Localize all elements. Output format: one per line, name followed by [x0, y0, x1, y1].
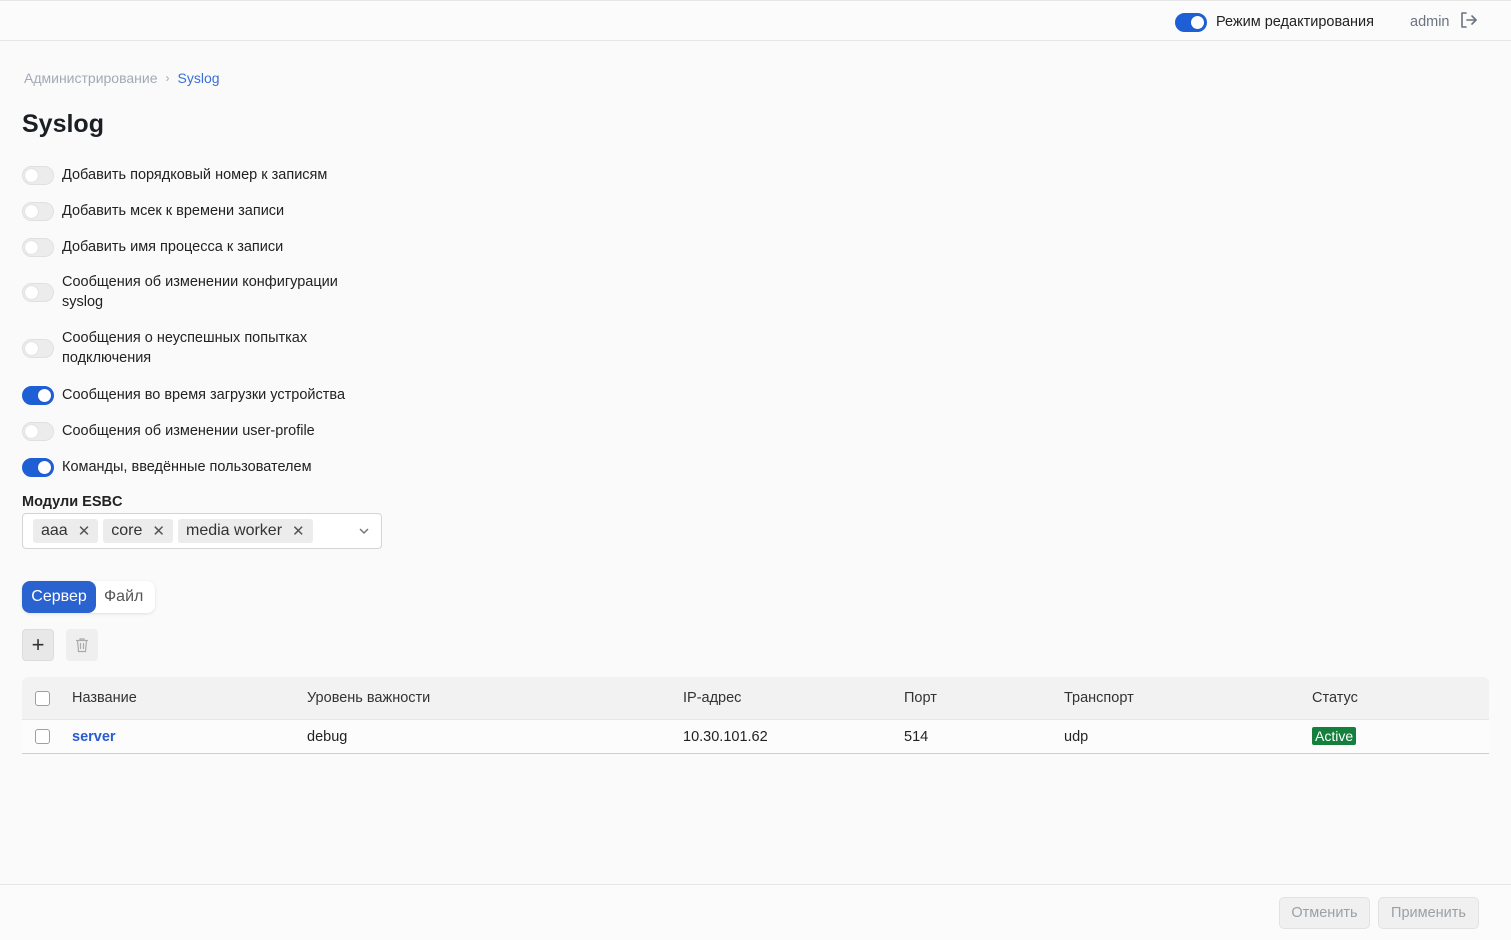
- logout-icon[interactable]: [1458, 10, 1478, 34]
- edit-mode-control[interactable]: Режим редактирования: [1175, 11, 1374, 33]
- cancel-button[interactable]: Отменить: [1279, 897, 1370, 929]
- option-toggle[interactable]: [22, 201, 54, 221]
- chevron-right-icon: ›: [165, 71, 170, 85]
- module-chip: core ✕: [103, 519, 173, 543]
- modules-label: Модули ESBC: [22, 494, 123, 510]
- breadcrumb-root[interactable]: Администрирование: [24, 70, 158, 86]
- table-header: Название Уровень важности IP-адрес Порт …: [22, 677, 1489, 720]
- option-toggle[interactable]: [22, 457, 54, 477]
- row-name-link[interactable]: server: [72, 729, 116, 745]
- option-toggle[interactable]: [22, 237, 54, 257]
- option-label: Команды, введённые пользователем: [62, 459, 312, 475]
- syslog-options: Добавить порядковый номер к записям Доба…: [22, 164, 382, 478]
- option-toggle[interactable]: [22, 165, 54, 185]
- row-ip: 10.30.101.62: [683, 728, 768, 745]
- option-label: Сообщения о неуспешных попытках подключе…: [62, 330, 308, 366]
- breadcrumb-current[interactable]: Syslog: [178, 70, 220, 86]
- option-toggle[interactable]: [22, 282, 54, 302]
- top-bar: Режим редактирования admin: [0, 0, 1511, 41]
- tab-bar: Сервер Файл: [22, 581, 155, 613]
- option-toggle[interactable]: [22, 421, 54, 441]
- module-chip: aaa ✕: [33, 519, 99, 543]
- column-header-name[interactable]: Название: [72, 690, 137, 706]
- column-header-ip[interactable]: IP-адрес: [683, 690, 741, 706]
- servers-table: Название Уровень важности IP-адрес Порт …: [22, 677, 1489, 754]
- option-row[interactable]: Сообщения во время загрузки устройства: [22, 384, 382, 406]
- row-status: Active: [1312, 727, 1357, 745]
- column-header-port[interactable]: Порт: [904, 690, 937, 706]
- option-toggle[interactable]: [22, 385, 54, 405]
- option-row[interactable]: Добавить мсек к времени записи: [22, 200, 382, 222]
- option-row[interactable]: Сообщения об изменении user-profile: [22, 420, 382, 442]
- user-menu[interactable]: admin: [1410, 11, 1478, 33]
- module-chip-label: aaa: [41, 522, 68, 539]
- tab-file[interactable]: Файл: [96, 581, 151, 613]
- option-label: Добавить имя процесса к записи: [62, 239, 284, 255]
- table-row[interactable]: server debug 10.30.101.62 514 udp Active: [22, 720, 1489, 754]
- option-label: Сообщения об изменении конфигурации sysl…: [62, 274, 338, 310]
- row-port: 514: [904, 728, 929, 745]
- column-header-transport[interactable]: Транспорт: [1064, 690, 1134, 706]
- module-chip-label: core: [111, 522, 143, 539]
- plus-icon: +: [31, 632, 45, 657]
- option-row[interactable]: Добавить имя процесса к записи: [22, 236, 382, 258]
- trash-icon: [76, 638, 88, 653]
- option-row[interactable]: Команды, введённые пользователем: [22, 456, 382, 478]
- option-label: Сообщения во время загрузки устройства: [62, 387, 346, 403]
- close-icon[interactable]: ✕: [292, 522, 305, 540]
- edit-mode-toggle[interactable]: [1175, 12, 1207, 32]
- modules-multiselect[interactable]: aaa ✕ core ✕ media worker ✕: [22, 513, 382, 549]
- close-icon[interactable]: ✕: [152, 522, 165, 540]
- username: admin: [1410, 14, 1450, 30]
- chevron-down-icon[interactable]: [357, 524, 371, 541]
- option-row[interactable]: Сообщения о неуспешных попытках подключе…: [22, 328, 382, 368]
- row-checkbox[interactable]: [35, 729, 50, 744]
- module-chip: media worker ✕: [177, 519, 313, 543]
- apply-button[interactable]: Применить: [1378, 897, 1479, 929]
- column-header-severity[interactable]: Уровень важности: [307, 690, 430, 706]
- option-label: Добавить мсек к времени записи: [62, 203, 285, 219]
- footer-bar: Отменить Применить: [0, 884, 1511, 940]
- page-title: Syslog: [22, 110, 104, 138]
- option-label: Добавить порядковый номер к записям: [62, 167, 328, 183]
- edit-mode-label: Режим редактирования: [1216, 14, 1375, 30]
- column-header-status[interactable]: Статус: [1312, 690, 1358, 706]
- row-transport: udp: [1064, 728, 1089, 745]
- status-badge: Active: [1312, 727, 1357, 745]
- module-chip-label: media worker: [185, 522, 283, 539]
- option-row[interactable]: Сообщения об изменении конфигурации sysl…: [22, 272, 382, 312]
- option-row[interactable]: Добавить порядковый номер к записям: [22, 164, 382, 186]
- breadcrumb: Администрирование › Syslog: [24, 70, 220, 86]
- add-button[interactable]: +: [22, 629, 54, 661]
- option-toggle[interactable]: [22, 338, 54, 358]
- select-all-checkbox[interactable]: [35, 690, 50, 706]
- close-icon[interactable]: ✕: [78, 522, 91, 540]
- delete-button[interactable]: [66, 629, 98, 661]
- option-label: Сообщения об изменении user-profile: [62, 423, 315, 439]
- row-severity: debug: [307, 728, 348, 745]
- tab-server[interactable]: Сервер: [22, 581, 96, 613]
